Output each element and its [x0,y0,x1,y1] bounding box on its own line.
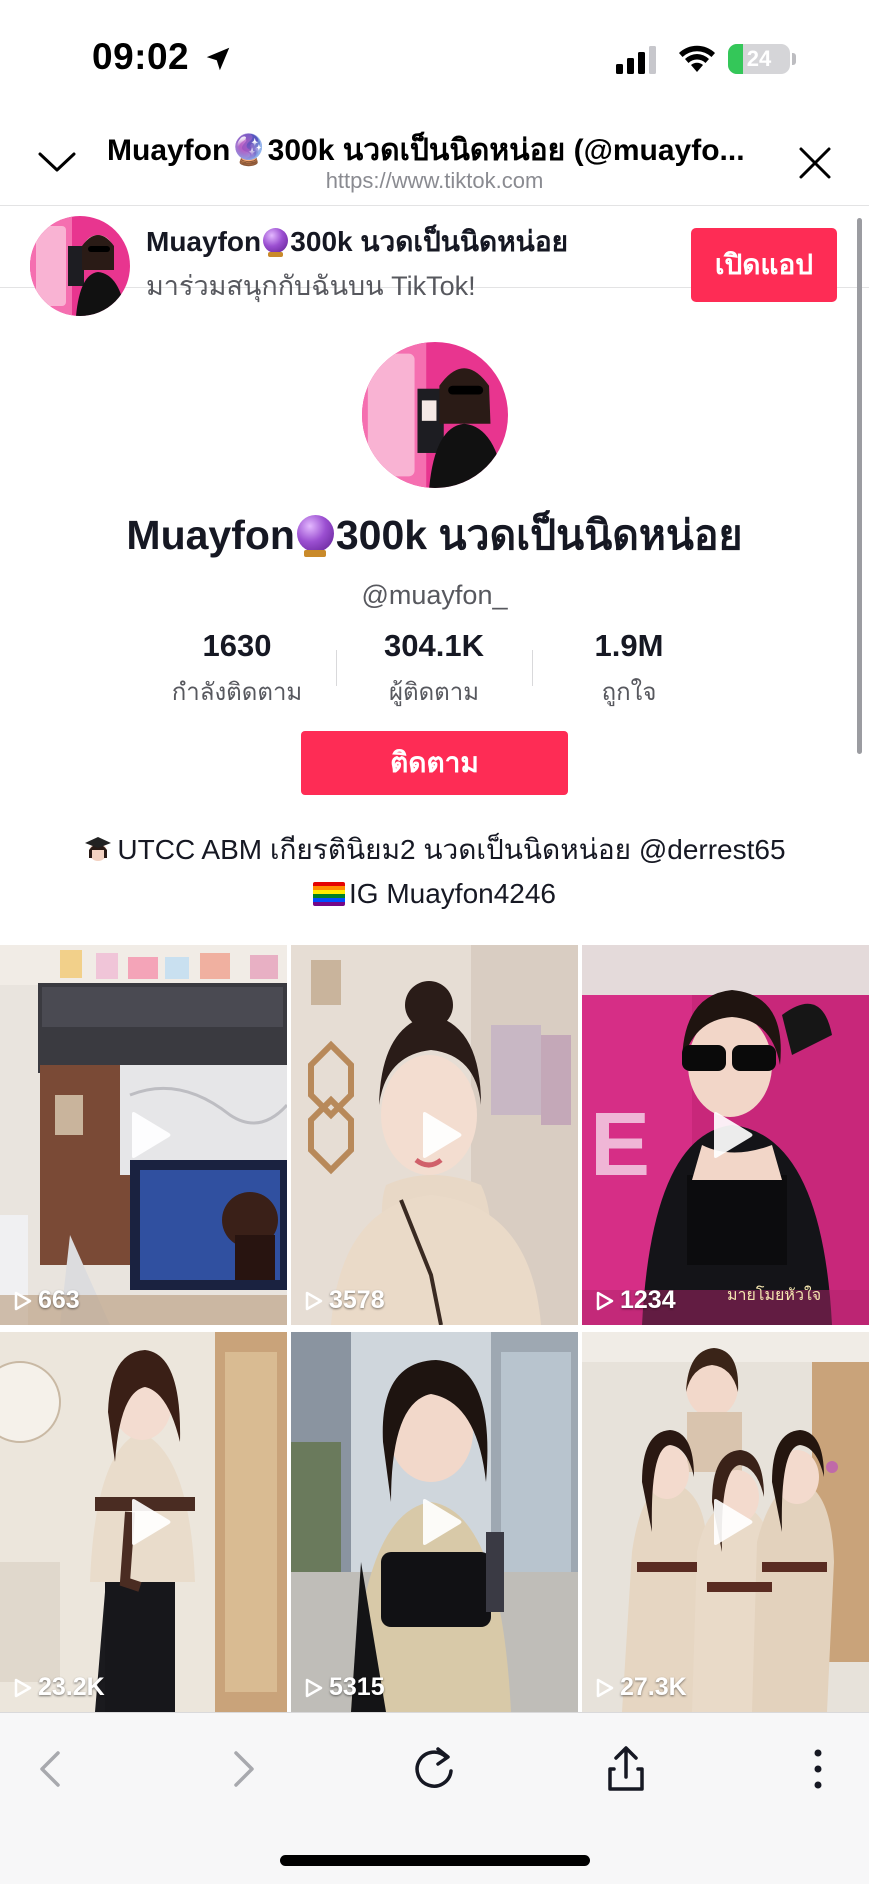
browser-header: Muayfon🔮300k นวดเป็นนิดหน่อย (@muayfo...… [0,118,869,206]
battery-icon: 24 [728,44,790,74]
avatar-image [30,216,130,316]
view-count-text: 5315 [329,1673,385,1701]
crystal-ball-icon [263,228,289,257]
avatar-image [362,342,508,488]
stat-divider [336,650,337,686]
svg-text:E: E [590,1095,650,1195]
stat-label: ถูกใจ [601,679,657,706]
banner-subtitle: มาร่วมสนุกกับฉันบน TikTok! [146,271,476,301]
video-tile[interactable]: E มายโมยหัวใจ 1234 [582,945,869,1325]
profile-name: Muayfon 300k นวดเป็นนิดหน่อย [0,503,869,568]
status-time: 09:02 [92,36,190,77]
forward-icon[interactable] [214,1741,270,1797]
view-count-text: 1234 [620,1286,676,1314]
follow-button[interactable]: ติดตาม [301,731,568,795]
profile-name-prefix: Muayfon [126,512,295,558]
banner-name: Muayfon 300k นวดเป็นนิดหน่อย [146,220,568,264]
page-title: Muayfon🔮300k นวดเป็นนิดหน่อย (@muayfo... [107,134,745,167]
play-outline-icon [596,1678,614,1697]
view-count-text: 3578 [329,1286,385,1314]
view-count-text: 23.2K [38,1673,105,1701]
video-tile[interactable]: 3578 [291,945,578,1325]
close-icon[interactable] [792,140,838,186]
view-count: 663 [14,1286,80,1315]
status-bar: 09:02 24 [0,0,869,118]
thumbnail-caption: มายโมยหัวใจ [727,1285,821,1304]
back-icon[interactable] [24,1741,80,1797]
view-count: 3578 [305,1286,385,1315]
wifi-icon [679,45,715,72]
play-outline-icon [305,1678,323,1697]
stat-value: 1.9M [594,628,664,663]
battery-cap [792,53,796,65]
play-icon [131,1112,170,1158]
banner-name-suffix: 300k นวดเป็นนิดหน่อย [290,226,569,257]
stat-label: ผู้ติดตาม [388,679,480,706]
view-count: 27.3K [596,1673,687,1702]
video-tile[interactable]: 5315 [291,1332,578,1712]
bio-text-2: IG Muayfon4246 [348,878,557,909]
app-banner: Muayfon 300k นวดเป็นนิดหน่อย มาร่วมสนุกกั… [0,206,869,316]
video-grid: 663 3578 E มายโมยหัวใจ 1234 23.2K 5315 2… [0,945,869,1712]
profile-bio: UTCC ABM เกียรตินิยม2 นวดเป็นนิดหน่อย @d… [0,828,869,916]
play-icon [422,1112,461,1158]
play-icon [713,1112,752,1158]
play-icon [131,1499,170,1545]
open-app-button[interactable]: เปิดแอป [691,228,837,302]
profile-name-suffix: 300k นวดเป็นนิดหน่อย [335,512,743,558]
play-icon [422,1499,461,1545]
rainbow-flag-icon [312,882,345,906]
reload-icon[interactable] [406,1741,462,1797]
stat-value: 1630 [202,628,272,663]
page-url[interactable]: https://www.tiktok.com [0,168,869,194]
stat-label: กำลังติดตาม [171,679,303,706]
stat-divider [532,650,533,686]
location-arrow-icon [206,47,230,71]
view-count: 23.2K [14,1673,105,1702]
stat-following[interactable]: 1630 กำลังติดตาม [147,628,327,711]
play-icon [713,1499,752,1545]
home-indicator[interactable] [280,1855,590,1866]
stat-value: 304.1K [384,628,484,663]
bio-line-2: IG Muayfon4246 [0,872,869,916]
play-outline-icon [305,1291,323,1310]
profile-stats: 1630 กำลังติดตาม 304.1K ผู้ติดตาม 1.9M ถ… [0,628,869,708]
play-outline-icon [14,1678,32,1697]
view-count: 5315 [305,1673,385,1702]
crystal-ball-icon [296,515,334,558]
banner-avatar[interactable] [30,216,130,316]
cellular-signal-icon [616,46,656,74]
view-count: 1234 [596,1286,676,1315]
video-tile[interactable]: 23.2K [0,1332,287,1712]
stat-likes[interactable]: 1.9M ถูกใจ [539,628,719,711]
share-icon[interactable] [598,1741,654,1797]
bio-text-1: UTCC ABM เกียรตินิยม2 นวดเป็นนิดหน่อย @d… [117,834,786,865]
banner-name-prefix: Muayfon [146,226,262,257]
view-count-text: 27.3K [620,1673,687,1701]
play-outline-icon [14,1291,32,1310]
battery-percent: 24 [746,46,772,71]
profile-avatar[interactable] [362,342,508,488]
view-count-text: 663 [38,1286,80,1314]
play-outline-icon [596,1291,614,1310]
video-tile[interactable]: 27.3K [582,1332,869,1712]
bio-line-1: UTCC ABM เกียรตินิยม2 นวดเป็นนิดหน่อย @d… [0,828,869,872]
student-emoji-icon [85,837,112,861]
profile-username: @muayfon_ [361,580,508,610]
stat-followers[interactable]: 304.1K ผู้ติดตาม [344,628,524,711]
more-icon[interactable] [790,1741,846,1797]
video-tile[interactable]: 663 [0,945,287,1325]
